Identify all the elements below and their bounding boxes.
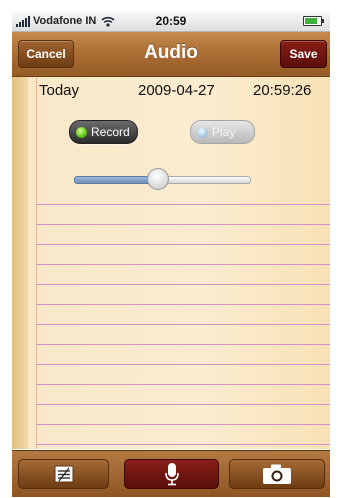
play-button[interactable]: Play <box>190 120 255 144</box>
ruled-line <box>36 264 330 265</box>
audio-tab-button[interactable] <box>124 459 219 489</box>
audio-screen: Vodafone IN 20:59 Cancel Audio Save Toda… <box>0 0 338 498</box>
status-clock: 20:59 <box>155 14 187 28</box>
status-bar: Vodafone IN 20:59 <box>12 11 330 32</box>
record-button[interactable]: Record <box>69 120 138 144</box>
margin-line <box>36 77 37 449</box>
microphone-icon <box>164 463 179 486</box>
ruled-line <box>36 244 330 245</box>
record-indicator-icon <box>76 126 87 138</box>
ruled-line <box>36 344 330 345</box>
entry-time: 20:59:26 <box>253 82 312 99</box>
notes-tab-button[interactable] <box>18 459 109 489</box>
ruled-line <box>36 204 330 205</box>
play-indicator-icon <box>197 126 208 138</box>
ruled-line <box>36 404 330 405</box>
slider-track-empty <box>157 176 251 184</box>
battery-icon <box>303 16 324 26</box>
entry-day: Today <box>39 82 80 99</box>
playback-slider[interactable] <box>74 168 251 190</box>
navigation-bar: Cancel Audio Save <box>12 32 330 77</box>
entry-info-row: Today 2009-04-27 20:59:26 <box>12 80 330 102</box>
camera-icon <box>263 464 291 484</box>
ruled-line <box>36 364 330 365</box>
ruled-line <box>36 424 330 425</box>
slider-thumb[interactable] <box>147 168 169 190</box>
save-button[interactable]: Save <box>280 40 327 68</box>
ruled-line <box>36 384 330 385</box>
notepad-area: Today 2009-04-27 20:59:26 Record Play <box>12 77 330 449</box>
notes-edit-icon <box>54 465 73 483</box>
record-label: Record <box>91 125 130 139</box>
play-label: Play <box>212 125 236 139</box>
camera-tab-button[interactable] <box>229 459 325 489</box>
ruled-line <box>36 324 330 325</box>
ruled-line <box>36 284 330 285</box>
ruled-line <box>36 224 330 225</box>
bottom-toolbar <box>12 450 330 497</box>
entry-date: 2009-04-27 <box>138 82 215 99</box>
battery-level <box>305 18 317 24</box>
ruled-line <box>36 444 330 445</box>
ruled-line <box>36 304 330 305</box>
